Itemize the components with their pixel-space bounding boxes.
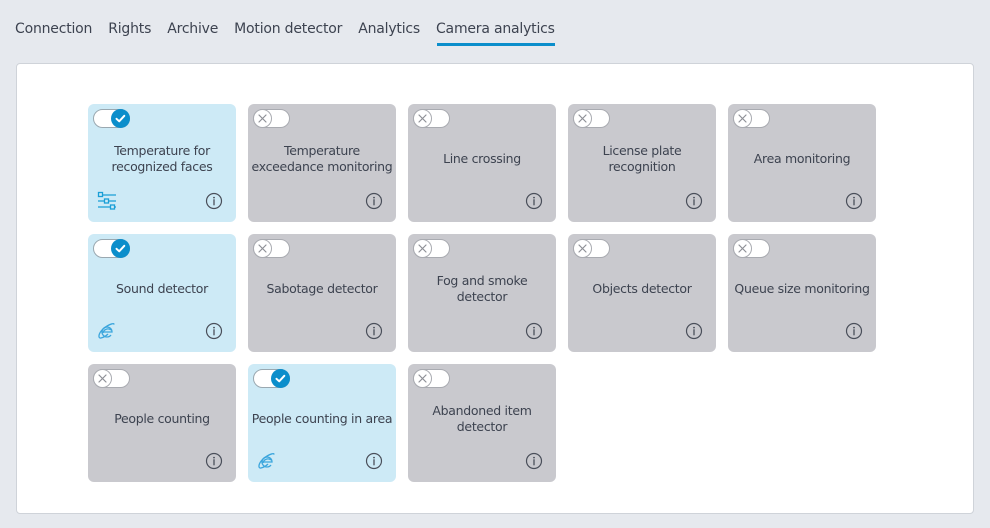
enable-toggle[interactable]: [253, 239, 290, 258]
analytics-card[interactable]: Abandoned item detector: [408, 364, 556, 482]
analytics-card[interactable]: Objects detector: [568, 234, 716, 352]
info-icon[interactable]: [525, 452, 543, 470]
enable-toggle[interactable]: [413, 109, 450, 128]
info-icon[interactable]: [205, 192, 223, 210]
info-icon[interactable]: [685, 192, 703, 210]
info-icon[interactable]: [205, 322, 223, 340]
enable-toggle[interactable]: [253, 369, 290, 388]
check-icon: [111, 109, 130, 128]
check-icon: [111, 239, 130, 258]
info-icon[interactable]: [525, 192, 543, 210]
info-icon[interactable]: [365, 452, 383, 470]
card-label: Objects detector: [592, 281, 692, 296]
enable-toggle[interactable]: [573, 109, 610, 128]
info-icon[interactable]: [845, 192, 863, 210]
analytics-card[interactable]: Temperature for recognized faces: [88, 104, 236, 222]
card-label: Abandoned item detector: [432, 403, 532, 434]
enable-toggle[interactable]: [413, 369, 450, 388]
card-label: Temperature for recognized faces: [111, 143, 213, 174]
enable-toggle[interactable]: [93, 109, 130, 128]
card-label: Temperature exceedance monitoring: [251, 143, 393, 174]
info-icon[interactable]: [685, 322, 703, 340]
info-icon[interactable]: [365, 192, 383, 210]
card-label: Queue size monitoring: [734, 281, 870, 296]
browser-e-icon[interactable]: [257, 451, 277, 471]
analytics-card[interactable]: Line crossing: [408, 104, 556, 222]
analytics-card[interactable]: Sabotage detector: [248, 234, 396, 352]
analytics-card[interactable]: People counting: [88, 364, 236, 482]
card-label: Sound detector: [116, 281, 208, 296]
tab-connection[interactable]: Connection: [15, 19, 92, 47]
tab-analytics[interactable]: Analytics: [358, 19, 420, 47]
analytics-card[interactable]: Temperature exceedance monitoring: [248, 104, 396, 222]
close-icon: [413, 239, 432, 258]
enable-toggle[interactable]: [573, 239, 610, 258]
enable-toggle[interactable]: [733, 239, 770, 258]
enable-toggle[interactable]: [253, 109, 290, 128]
card-label: Fog and smoke detector: [436, 273, 528, 304]
close-icon: [93, 369, 112, 388]
analytics-card[interactable]: Fog and smoke detector: [408, 234, 556, 352]
camera-analytics-panel: Temperature for recognized faces Temperat…: [16, 63, 974, 514]
enable-toggle[interactable]: [733, 109, 770, 128]
check-icon: [271, 369, 290, 388]
card-label: Sabotage detector: [266, 281, 378, 296]
close-icon: [413, 369, 432, 388]
analytics-card[interactable]: Sound detector: [88, 234, 236, 352]
enable-toggle[interactable]: [413, 239, 450, 258]
enable-toggle[interactable]: [93, 369, 130, 388]
info-icon[interactable]: [205, 452, 223, 470]
card-label: Line crossing: [443, 151, 521, 166]
browser-e-icon[interactable]: [97, 321, 117, 341]
tab-camera-analytics[interactable]: Camera analytics: [436, 19, 555, 47]
close-icon: [733, 109, 752, 128]
card-label: People counting: [114, 411, 210, 426]
info-icon[interactable]: [365, 322, 383, 340]
enable-toggle[interactable]: [93, 239, 130, 258]
close-icon: [733, 239, 752, 258]
settings-sliders-icon[interactable]: [97, 191, 117, 211]
info-icon[interactable]: [525, 322, 543, 340]
card-label: People counting in area: [251, 411, 393, 426]
tab-bar: Connection Rights Archive Motion detecto…: [15, 19, 571, 47]
card-label: License plate recognition: [602, 143, 682, 174]
analytics-card-grid: Temperature for recognized faces Temperat…: [88, 104, 876, 482]
analytics-card[interactable]: License plate recognition: [568, 104, 716, 222]
close-icon: [573, 239, 592, 258]
analytics-card[interactable]: Area monitoring: [728, 104, 876, 222]
tab-archive[interactable]: Archive: [167, 19, 218, 47]
card-label: Area monitoring: [753, 151, 851, 166]
close-icon: [253, 239, 272, 258]
close-icon: [413, 109, 432, 128]
info-icon[interactable]: [845, 322, 863, 340]
close-icon: [573, 109, 592, 128]
tab-motion-detector[interactable]: Motion detector: [234, 19, 342, 47]
close-icon: [253, 109, 272, 128]
tab-rights[interactable]: Rights: [108, 19, 151, 47]
analytics-card[interactable]: Queue size monitoring: [728, 234, 876, 352]
analytics-card[interactable]: People counting in area: [248, 364, 396, 482]
